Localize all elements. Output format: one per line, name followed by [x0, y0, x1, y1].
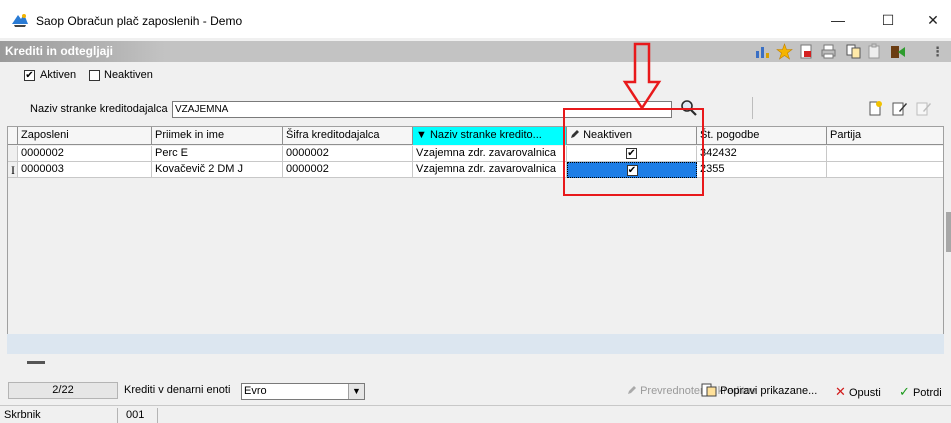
title-bar: Saop Obračun plač zaposlenih - Demo — ☐ … — [0, 0, 951, 38]
section-title: Krediti in odtegljaji — [0, 41, 165, 62]
section-header: Krediti in odtegljaji ⋮ — [0, 41, 951, 62]
chart-icon[interactable] — [754, 43, 771, 60]
annotation-arrow-icon — [622, 42, 662, 110]
popravi-label: Popravi prikazane... — [720, 385, 818, 397]
app-logo-icon — [12, 14, 28, 27]
exit-icon[interactable] — [890, 43, 907, 60]
aktiven-label: Aktiven — [40, 69, 77, 81]
column-header-sifra[interactable]: Šifra kreditodajalca — [283, 127, 413, 145]
currency-label: Krediti v denarni enoti — [124, 384, 231, 396]
currency-select[interactable]: Evro ▼ — [241, 383, 365, 400]
splitter-handle-icon[interactable] — [27, 362, 45, 364]
row-indicator-cell: I — [8, 162, 18, 178]
cell-priimek[interactable]: Perc E — [152, 146, 283, 162]
footer-bar: 2/22 Krediti v denarni enoti Evro ▼ Prev… — [0, 380, 951, 402]
cell-partija[interactable] — [827, 146, 943, 162]
column-header-pogodbe[interactable]: Št. pogodbe — [697, 127, 827, 145]
table-row[interactable]: 0000002 Perc E 0000002 Vzajemna zdr. zav… — [8, 146, 943, 162]
aktiven-checkbox[interactable]: ✔ — [24, 70, 35, 81]
column-header-partija[interactable]: Partija — [827, 127, 943, 145]
cell-priimek[interactable]: Kovačevič 2 DM J — [152, 162, 283, 178]
new-record-icon[interactable] — [867, 100, 884, 117]
status-user: Skrbnik — [0, 408, 118, 423]
cell-pogodbe[interactable]: 2355 — [697, 162, 827, 178]
data-grid: Zaposleni Priimek in ime Šifra kreditoda… — [7, 126, 944, 354]
cell-zaposleni[interactable]: 0000003 — [18, 162, 152, 178]
document-edit-icon — [701, 383, 717, 397]
cell-partija[interactable] — [827, 162, 943, 178]
column-header-naziv[interactable]: ▼ Naziv stranke kredito... — [413, 127, 567, 145]
copy-icon[interactable] — [845, 43, 862, 60]
toolbar-overflow-icon[interactable]: ⋮ — [929, 43, 946, 60]
neaktiven-label: Neaktiven — [104, 69, 153, 81]
potrdi-label: Potrdi — [912, 387, 942, 399]
status-code: 001 — [122, 408, 158, 423]
pencil-icon — [628, 386, 636, 394]
search-label: Naziv stranke kreditodajalca — [30, 103, 168, 115]
cell-naziv[interactable]: Vzajemna zdr. zavarovalnica — [413, 162, 567, 178]
print-icon[interactable] — [820, 43, 837, 60]
opusti-label: Opusti — [848, 387, 881, 399]
cell-zaposleni[interactable]: 0000002 — [18, 146, 152, 162]
popravi-button[interactable]: Popravi prikazane... — [701, 383, 817, 400]
cell-sifra[interactable]: 0000002 — [283, 162, 413, 178]
app-window: Saop Obračun plač zaposlenih - Demo — ☐ … — [0, 0, 951, 423]
status-bar: Skrbnik 001 — [0, 405, 951, 423]
text-cursor-icon: I — [11, 163, 15, 177]
star-icon[interactable] — [776, 43, 793, 60]
column-header-priimek[interactable]: Priimek in ime — [152, 127, 283, 145]
delete-record-icon[interactable] — [915, 100, 932, 117]
minimize-button[interactable]: — — [823, 8, 853, 32]
neaktiven-checkbox[interactable] — [89, 70, 100, 81]
close-button[interactable]: ✕ — [918, 8, 948, 32]
chevron-down-icon[interactable]: ▼ — [348, 384, 364, 399]
row-indicator-cell — [8, 146, 18, 162]
maximize-button[interactable]: ☐ — [873, 8, 903, 32]
potrdi-button[interactable]: ✓ Potrdi — [899, 383, 942, 400]
cell-sifra[interactable]: 0000002 — [283, 146, 413, 162]
close-x-icon: ✕ — [835, 384, 846, 399]
toolbar-divider — [752, 97, 753, 119]
grid-header: Zaposleni Priimek in ime Šifra kreditoda… — [8, 127, 943, 145]
opusti-button[interactable]: ✕ Opusti — [835, 383, 881, 400]
cell-pogodbe[interactable]: 342432 — [697, 146, 827, 162]
currency-value: Evro — [244, 385, 267, 397]
record-count: 2/22 — [8, 382, 118, 399]
annotation-highlight-box — [563, 108, 704, 196]
paste-icon[interactable] — [866, 43, 883, 60]
column-header-zaposleni[interactable]: Zaposleni — [18, 127, 152, 145]
column-header-indicator — [8, 127, 18, 145]
check-icon: ✓ — [899, 384, 910, 399]
export-icon[interactable] — [798, 43, 815, 60]
window-title: Saop Obračun plač zaposlenih - Demo — [36, 14, 243, 28]
vertical-scrollbar[interactable] — [946, 212, 951, 252]
table-row[interactable]: I 0000003 Kovačevič 2 DM J 0000002 Vzaje… — [8, 162, 943, 178]
grid-footer-band — [7, 334, 944, 363]
edit-record-icon[interactable] — [891, 100, 908, 117]
cell-naziv[interactable]: Vzajemna zdr. zavarovalnica — [413, 146, 567, 162]
